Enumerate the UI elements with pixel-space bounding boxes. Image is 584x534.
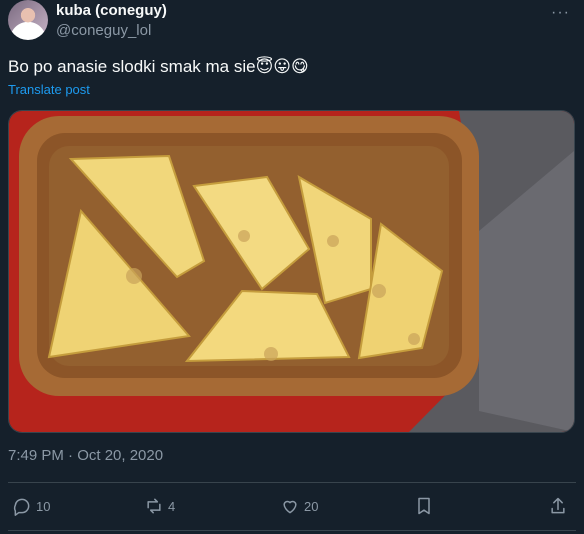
bookmark-button[interactable] bbox=[414, 496, 434, 516]
translate-link[interactable]: Translate post bbox=[8, 82, 90, 97]
pineapple-photo bbox=[9, 111, 574, 432]
reply-icon bbox=[13, 498, 30, 516]
author-handle[interactable]: @coneguy_lol bbox=[56, 22, 151, 39]
author-display-name[interactable]: kuba (coneguy) bbox=[56, 2, 167, 19]
heart-icon bbox=[283, 500, 297, 514]
share-button[interactable] bbox=[548, 496, 568, 516]
retweet-count: 4 bbox=[168, 498, 176, 514]
more-options-icon[interactable]: ··· bbox=[551, 4, 570, 22]
tweet-header: kuba (coneguy) @coneguy_lol ··· bbox=[8, 0, 576, 48]
avatar[interactable] bbox=[8, 0, 48, 40]
like-count: 20 bbox=[304, 498, 319, 514]
like-button[interactable]: 20 bbox=[280, 496, 318, 516]
tweet-image[interactable] bbox=[8, 110, 575, 433]
tweet-actions: 10 4 20 bbox=[0, 492, 584, 522]
divider bbox=[8, 530, 576, 531]
tweet-emojis: 😇😛😋 bbox=[255, 57, 309, 76]
reply-button[interactable]: 10 bbox=[12, 496, 50, 516]
tweet-text: Bo po anasie slodki smak ma sie😇😛😋 bbox=[8, 57, 309, 77]
tweet-body: Bo po anasie slodki smak ma sie bbox=[8, 57, 256, 76]
bookmark-icon bbox=[418, 497, 430, 515]
tweet-timestamp[interactable]: 7:49 PM · Oct 20, 2020 bbox=[8, 447, 163, 464]
reply-count: 10 bbox=[36, 498, 51, 514]
retweet-button[interactable]: 4 bbox=[144, 496, 175, 516]
divider bbox=[8, 482, 576, 483]
share-icon bbox=[551, 497, 565, 514]
retweet-icon bbox=[147, 498, 161, 514]
